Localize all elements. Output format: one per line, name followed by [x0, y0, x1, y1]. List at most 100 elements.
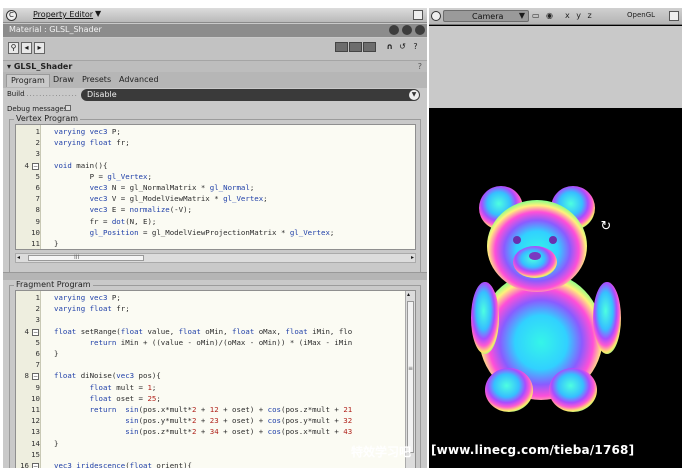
fold-toggle-icon[interactable]: −: [32, 463, 39, 468]
section-header[interactable]: ▾ GLSL_Shader ?: [3, 60, 427, 72]
code-line[interactable]: varying vec3 P;: [54, 127, 121, 136]
debug-label: Debug messages: [7, 105, 68, 113]
line-number: 2: [35, 138, 40, 148]
fold-toggle-icon[interactable]: −: [32, 328, 39, 336]
tab-draw[interactable]: Draw: [49, 74, 78, 87]
visibility-icon[interactable]: ◉: [546, 11, 553, 20]
tab-advanced[interactable]: Advanced: [115, 74, 163, 87]
fold-toggle-icon[interactable]: −: [32, 373, 39, 381]
build-label: Build: [7, 90, 25, 98]
renderer-label[interactable]: OpenGL: [627, 11, 655, 19]
code-line[interactable]: fr = dot(N, E);: [54, 217, 157, 226]
code-line[interactable]: varying vec3 P;: [54, 293, 121, 302]
maximize-icon[interactable]: [669, 11, 679, 21]
code-line[interactable]: return sin(pos.x*mult*2 + 12 + oset) + c…: [54, 405, 353, 414]
scroll-left-icon[interactable]: ◂: [17, 254, 20, 261]
bear-head: [487, 200, 587, 292]
code-line[interactable]: varying float fr;: [54, 138, 130, 147]
line-number: 8: [24, 371, 29, 381]
code-line[interactable]: vec3 iridescence(float orient){: [54, 461, 192, 468]
back-arrow-icon[interactable]: ◂: [21, 42, 32, 54]
fold-toggle-icon[interactable]: −: [32, 162, 39, 170]
viewport-gray-area: [429, 26, 682, 108]
code-line[interactable]: float setRange(float value, float oMin, …: [54, 327, 352, 336]
horizontal-scrollbar[interactable]: III ◂ ▸: [15, 253, 416, 263]
code-line[interactable]: float oset = 25;: [54, 394, 161, 403]
debug-checkbox[interactable]: [65, 105, 71, 111]
help-icon[interactable]: ?: [410, 42, 421, 54]
build-dropdown[interactable]: Disable ▼: [81, 89, 420, 101]
property-editor-panel: C Property Editor ▼ Material : GLSL_Shad…: [3, 8, 427, 468]
code-line[interactable]: float mult = 1;: [54, 383, 157, 392]
line-number: 9: [35, 382, 40, 392]
line-number: 13: [31, 427, 40, 437]
editor-titlebar: C Property Editor ▼: [3, 8, 427, 23]
code-line[interactable]: varying float fr;: [54, 304, 130, 313]
bear-foot-right: [549, 368, 597, 412]
viewport-menu-icon[interactable]: [431, 11, 441, 21]
line-number: 11: [31, 239, 40, 248]
code-line[interactable]: sin(pos.z*mult*2 + 34 + oset) + cos(pos.…: [54, 427, 352, 436]
line-number: 10: [31, 393, 40, 403]
viewport-toolbar: Camera ▼ ▭ ◉ x y z OpenGL: [429, 8, 682, 25]
scroll-up-icon[interactable]: ▴: [407, 291, 410, 298]
refresh-icon[interactable]: ↺: [397, 42, 408, 54]
code-line[interactable]: }: [54, 239, 58, 248]
line-number: 1: [35, 293, 40, 302]
code-line[interactable]: float diNoise(vec3 pos){: [54, 371, 161, 380]
dropdown-arrow-icon[interactable]: ▼: [409, 90, 419, 100]
code-line[interactable]: gl_Position = gl_ModelViewProjectionMatr…: [54, 228, 335, 237]
info-icon[interactable]: [415, 25, 425, 35]
settings-icon[interactable]: [402, 25, 412, 35]
render-icon[interactable]: [389, 25, 399, 35]
vertex-program-group: Vertex Program 1 varying vec3 P; 2 varying …: [9, 114, 421, 274]
scroll-right-icon[interactable]: ▸: [411, 254, 414, 261]
line-number: 7: [35, 360, 40, 370]
vertex-code-editor[interactable]: 1 varying vec3 P; 2 varying float fr; 3 4− voi…: [15, 124, 416, 250]
watermark-site: 特效学习吧: [351, 445, 412, 459]
camera-dropdown[interactable]: Camera ▼: [443, 10, 529, 22]
axes-label[interactable]: x y z: [565, 11, 594, 20]
code-line[interactable]: }: [54, 439, 58, 448]
code-line[interactable]: }: [54, 349, 58, 358]
camera-label: Camera: [472, 12, 504, 21]
code-line[interactable]: vec3 E = normalize(-V);: [54, 205, 192, 214]
section-title: GLSL_Shader: [13, 62, 73, 71]
bear-muzzle: [513, 246, 557, 278]
navigation-toolbar: ⚲ ◂ ▸ ∩ ↺ ?: [3, 38, 427, 60]
code-line[interactable]: sin(pos.y*mult*2 + 23 + oset) + cos(pos.…: [54, 416, 352, 425]
home-icon[interactable]: [335, 42, 348, 52]
pane-splitter[interactable]: [3, 272, 427, 280]
display-icon[interactable]: ▭: [532, 11, 540, 20]
code-line[interactable]: vec3 V = gl_ModelViewMatrix * gl_Vertex;: [54, 194, 268, 203]
line-number: 15: [31, 449, 40, 459]
code-line[interactable]: void main(){: [54, 161, 107, 170]
line-number: 11: [31, 405, 40, 414]
code-line[interactable]: return iMin + ((value - oMin)/(oMax - oM…: [54, 338, 353, 347]
section-help-icon[interactable]: ?: [418, 62, 422, 71]
code-line[interactable]: vec3 N = gl_NormalMatrix * gl_Normal;: [54, 183, 255, 192]
line-number: 8: [35, 205, 40, 215]
tab-presets[interactable]: Presets: [78, 74, 115, 87]
rotate-icon[interactable]: ↻: [599, 220, 613, 234]
line-number: 4: [24, 326, 29, 336]
line-number: 10: [31, 227, 40, 237]
lock-icon[interactable]: ∩: [384, 42, 395, 54]
new-window-icon[interactable]: [363, 42, 376, 52]
app-logo-icon[interactable]: C: [6, 10, 17, 21]
editor-title[interactable]: Property Editor: [33, 10, 93, 19]
build-value: Disable: [87, 90, 117, 99]
line-number: 3: [35, 315, 40, 325]
code-line[interactable]: P = gl_Vertex;: [54, 172, 152, 181]
watermark: 特效学习吧 [www.linecg.com/tieba/1768]: [345, 440, 682, 462]
forward-arrow-icon[interactable]: ▸: [34, 42, 45, 54]
title-dropdown-icon[interactable]: ▼: [95, 9, 101, 18]
tab-program[interactable]: Program: [6, 74, 50, 87]
line-number: 6: [35, 183, 40, 192]
bear-render[interactable]: [469, 178, 639, 418]
search-icon[interactable]: ⚲: [8, 42, 19, 54]
link-icon[interactable]: [349, 42, 362, 52]
line-number: 12: [31, 416, 40, 426]
maximize-icon[interactable]: [413, 10, 423, 20]
line-number: 1: [35, 127, 40, 136]
